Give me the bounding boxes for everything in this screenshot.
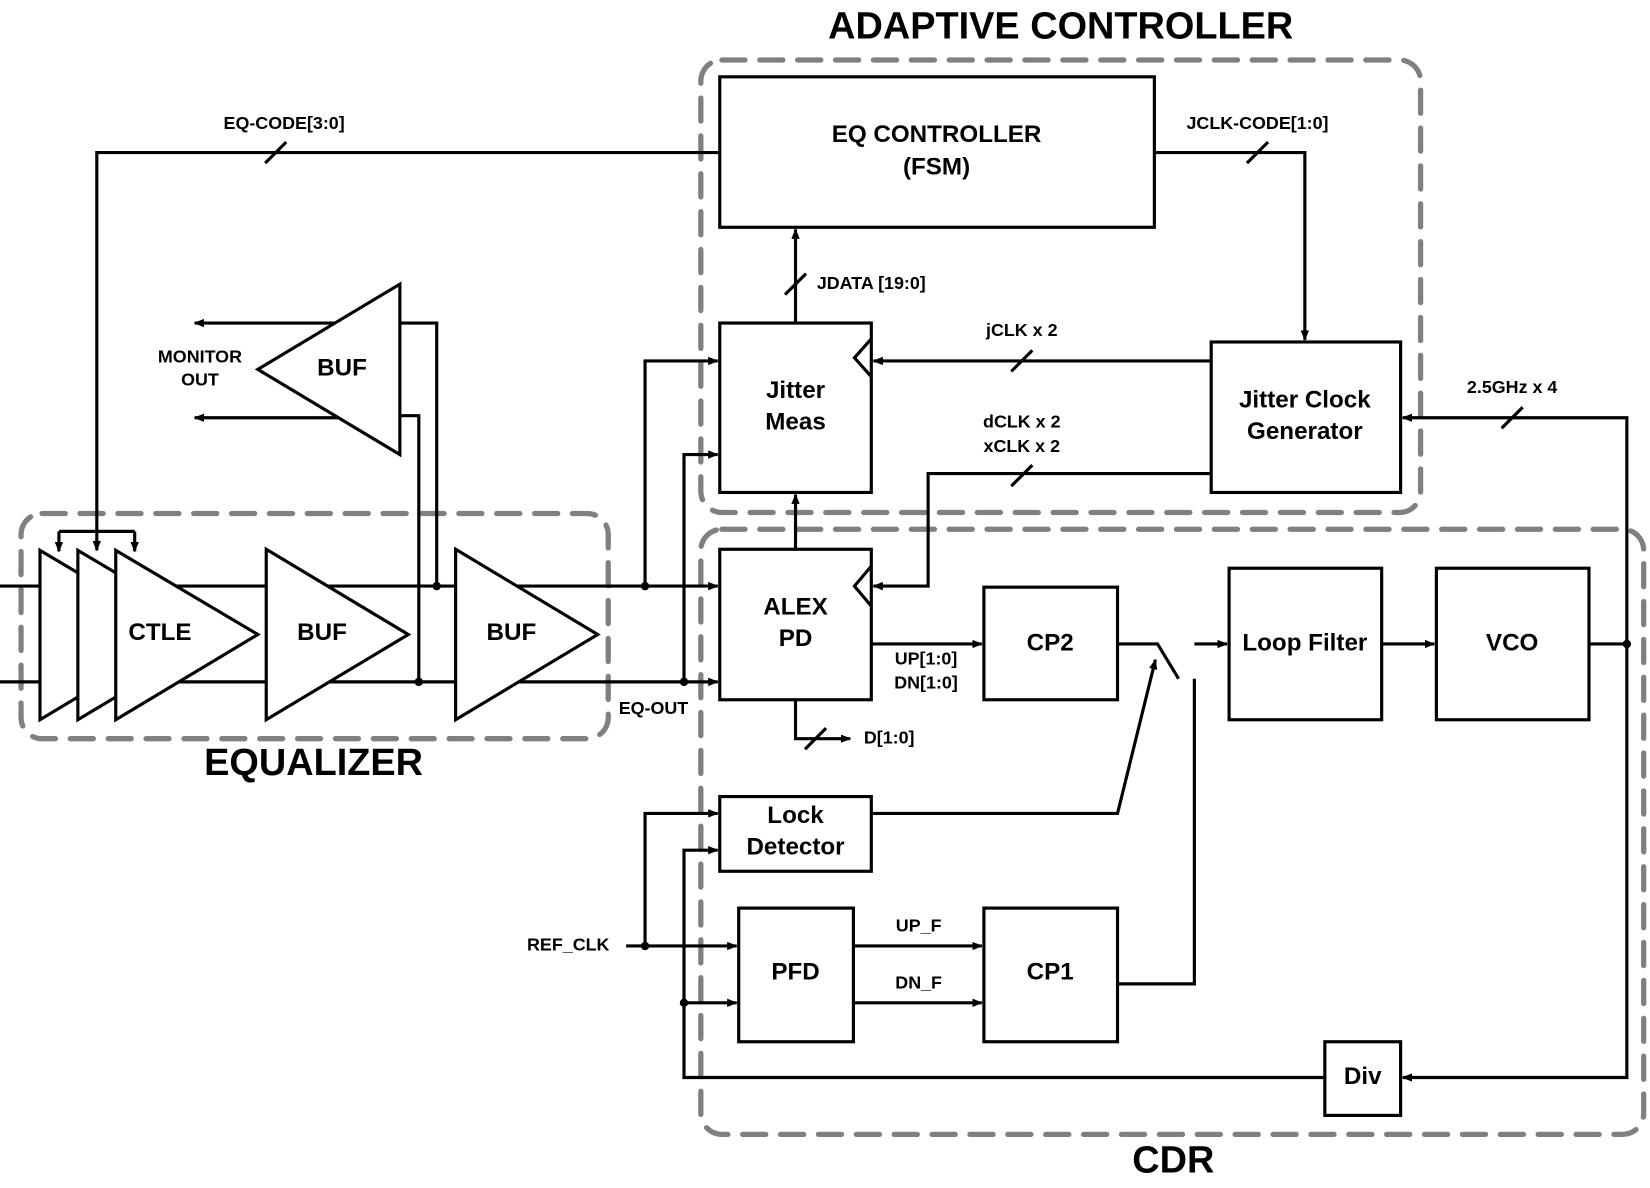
ref-clk-to-lock-wire (643, 809, 719, 946)
jcg-label-2: Generator (1247, 418, 1363, 445)
div-label: Div (1344, 1063, 1382, 1090)
lock-detector-label-2: Detector (746, 834, 845, 861)
buf1-label: BUF (297, 619, 347, 646)
cp2-label: CP2 (1027, 629, 1074, 656)
eq-out-p-to-jitter (643, 356, 719, 587)
adaptive-controller-title: ADAPTIVE CONTROLLER (828, 5, 1293, 47)
loop-filter-label: Loop Filter (1242, 629, 1368, 656)
monitor-out-label-2: OUT (181, 370, 219, 390)
alex-pd-label: ALEX (763, 594, 828, 621)
ref-clk-label: REF_CLK (527, 935, 610, 955)
pfd-label: PFD (771, 959, 819, 986)
cp1-switch-wire (1117, 678, 1196, 986)
dn-label: DN[1:0] (894, 673, 958, 693)
alex-pd-label-2: PD (779, 625, 813, 652)
jclk-code-label: JCLK-CODE[1:0] (1186, 113, 1328, 133)
jitter-meas-label: Jitter (766, 377, 826, 404)
cp1-label: CP1 (1027, 959, 1074, 986)
jclk-code-wire (1154, 150, 1310, 341)
block-diagram: ADAPTIVE CONTROLLER CDR EQUALIZER CTLE B… (0, 5, 1647, 1182)
eq-controller-sublabel: (FSM) (903, 154, 970, 181)
up-f-label: UP_F (896, 916, 942, 936)
jcg-label: Jitter Clock (1239, 386, 1371, 413)
buf2-label: BUF (487, 619, 537, 646)
eq-controller-block (718, 75, 1156, 229)
vco-label: VCO (1486, 629, 1538, 656)
eq-out-label: EQ-OUT (619, 698, 689, 718)
dclk-label: dCLK x 2 (983, 412, 1061, 432)
cp2-switch-wire (1117, 642, 1180, 680)
ctle-label: CTLE (128, 619, 191, 646)
equalizer-title: EQUALIZER (204, 742, 423, 784)
monitor-out-label: MONITOR (158, 346, 242, 366)
lock-detector-label: Lock (767, 802, 824, 829)
eq-controller-label: EQ CONTROLLER (832, 121, 1042, 148)
cdr-title: CDR (1132, 1140, 1214, 1182)
jdata-label: JDATA [19:0] (817, 273, 926, 293)
d-label: D[1:0] (864, 727, 915, 747)
eq-code-label: EQ-CODE[3:0] (224, 113, 345, 133)
jitter-meas-label-2: Meas (765, 408, 826, 435)
dn-f-label: DN_F (895, 973, 942, 993)
up-label: UP[1:0] (895, 648, 958, 668)
monitor-n-wire (399, 414, 421, 682)
monitor-buf-label: BUF (317, 355, 367, 382)
jclk-label: jCLK x 2 (985, 320, 1058, 340)
ghz-label: 2.5GHz x 4 (1467, 377, 1557, 397)
xclk-label: xCLK x 2 (984, 436, 1061, 456)
